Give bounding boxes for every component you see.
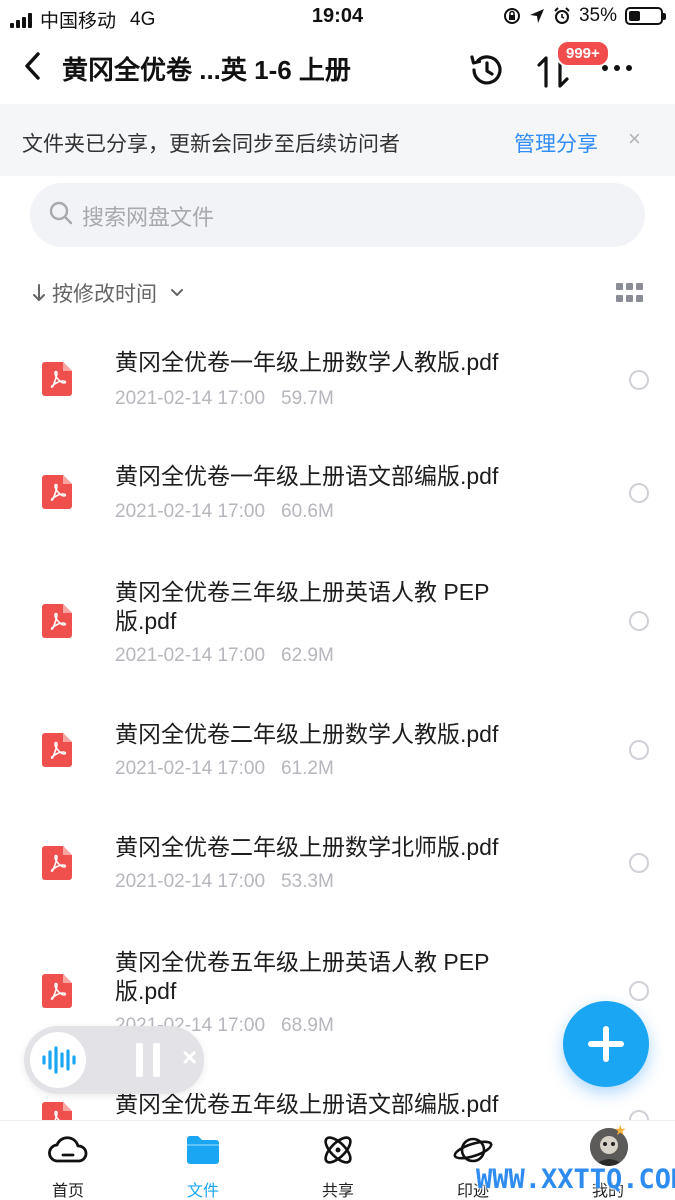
file-date: 2021-02-14 17:00 (115, 645, 266, 666)
file-size: 68.9M (281, 1015, 334, 1036)
pdf-file-icon (42, 362, 72, 396)
select-radio[interactable] (629, 981, 649, 1001)
cloud-icon (48, 1136, 88, 1163)
orientation-lock-icon (503, 8, 520, 24)
file-date: 2021-02-14 17:00 (115, 871, 266, 892)
manage-share-link[interactable]: 管理分享 (514, 128, 598, 158)
battery-icon (625, 7, 666, 25)
sort-label: 按修改时间 (52, 283, 157, 306)
file-size: 62.9M (281, 645, 334, 666)
select-radio[interactable] (629, 370, 649, 390)
voice-widget[interactable]: × (24, 1026, 204, 1094)
file-meta: 2021-02-14 17:00 62.9M (115, 645, 334, 667)
search-placeholder: 搜索网盘文件 (82, 205, 215, 230)
voice-close-icon[interactable]: × (182, 1042, 197, 1073)
watermark: WWW.XXTTQ.COM (476, 1164, 675, 1195)
file-size: 53.3M (281, 871, 334, 892)
file-meta: 2021-02-14 17:00 60.6M (115, 501, 334, 523)
tab-files[interactable]: 文件 (148, 1121, 258, 1200)
location-icon (529, 9, 544, 23)
header: 黄冈全优卷 ...英 1-6 上册 999+ (0, 34, 675, 100)
pdf-file-icon (42, 846, 72, 880)
select-radio[interactable] (629, 611, 649, 631)
file-size: 61.2M (281, 758, 334, 779)
chevron-left-icon[interactable] (18, 48, 50, 84)
tab-share[interactable]: 共享 (283, 1121, 393, 1200)
share-banner-text: 文件夹已分享，更新会同步至后续访问者 (22, 133, 400, 156)
file-meta: 2021-02-14 17:00 59.7M (115, 388, 334, 410)
file-name: 黄冈全优卷三年级上册英语人教 PEP 版.pdf (115, 579, 489, 634)
tab-home[interactable]: 首页 (13, 1121, 123, 1200)
search-icon (49, 201, 73, 225)
alarm-icon (554, 7, 570, 24)
file-date: 2021-02-14 17:00 (115, 388, 266, 409)
file-list-screen: 中国移动 4G 19:04 35% 黄冈全优卷 ...英 1-6 上册 999+… (0, 0, 675, 1200)
crown-icon: ★ (614, 1122, 627, 1138)
pdf-file-icon (42, 974, 72, 1008)
file-name: 黄冈全优卷一年级上册语文部编版.pdf (115, 463, 499, 489)
orbit-icon (324, 1136, 352, 1164)
file-name: 黄冈全优卷五年级上册语文部编版.pdf (115, 1091, 499, 1117)
chevron-down-icon (171, 289, 183, 296)
page-title: 黄冈全优卷 ...英 1-6 上册 (62, 55, 351, 85)
file-meta: 2021-02-14 17:00 53.3M (115, 871, 334, 893)
status-right: 35% (503, 5, 666, 27)
pause-icon[interactable] (136, 1043, 166, 1077)
pdf-file-icon (42, 604, 72, 638)
file-name: 黄冈全优卷一年级上册数学人教版.pdf (115, 349, 499, 375)
file-size: 60.6M (281, 501, 334, 522)
file-date: 2021-02-14 17:00 (115, 758, 266, 779)
file-size: 59.7M (281, 388, 334, 409)
select-radio[interactable] (629, 853, 649, 873)
more-icon[interactable] (602, 56, 642, 80)
file-name: 黄冈全优卷二年级上册数学北师版.pdf (115, 834, 499, 860)
grid-view-icon[interactable] (616, 283, 644, 303)
add-button[interactable] (563, 1001, 649, 1087)
pdf-file-icon (42, 475, 72, 509)
waveform-icon (42, 1046, 76, 1074)
voice-button[interactable] (30, 1032, 86, 1088)
file-meta: 2021-02-14 17:00 61.2M (115, 758, 334, 780)
sort-dropdown[interactable]: 按修改时间 (32, 278, 185, 308)
arrow-down-icon (33, 284, 45, 301)
history-icon[interactable] (466, 50, 506, 90)
select-radio[interactable] (629, 483, 649, 503)
file-date: 2021-02-14 17:00 (115, 501, 266, 522)
file-name: 黄冈全优卷二年级上册数学人教版.pdf (115, 721, 499, 747)
tab-label: 首页 (51, 1183, 84, 1200)
folder-icon (187, 1136, 219, 1164)
tab-label: 共享 (321, 1183, 354, 1200)
status-bar: 中国移动 4G 19:04 35% (0, 0, 675, 34)
tab-label: 文件 (186, 1183, 219, 1200)
share-banner: 文件夹已分享，更新会同步至后续访问者 管理分享 × (0, 104, 675, 176)
close-icon[interactable]: × (628, 126, 641, 152)
select-radio[interactable] (629, 740, 649, 760)
file-name: 黄冈全优卷五年级上册英语人教 PEP 版.pdf (115, 949, 489, 1004)
pdf-file-icon (42, 733, 72, 767)
battery-percent: 35% (578, 5, 617, 26)
planet-icon (453, 1137, 493, 1163)
